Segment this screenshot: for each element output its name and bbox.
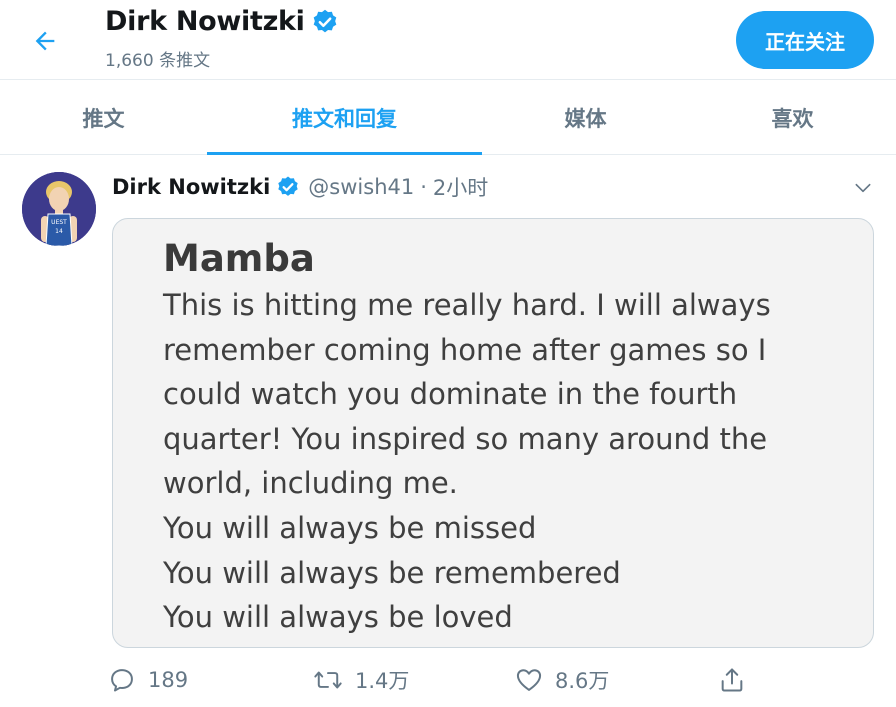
- heart-icon: [516, 669, 542, 691]
- like-button[interactable]: 8.6万: [515, 660, 609, 700]
- tweet-timestamp[interactable]: 2小时: [433, 172, 488, 202]
- arrow-left-icon: [35, 31, 55, 51]
- note-line: remember coming home after games so I: [163, 332, 767, 367]
- profile-name-row: Dirk Nowitzki: [105, 6, 339, 37]
- tweet-count: 1,660 条推文: [105, 51, 211, 71]
- note-line: You will always be missed: [163, 510, 537, 545]
- svg-text:UEST: UEST: [51, 219, 67, 226]
- tab-likes[interactable]: 喜欢: [689, 80, 896, 155]
- reply-icon: [111, 669, 133, 692]
- active-tab-indicator: [207, 152, 482, 155]
- profile-name: Dirk Nowitzki: [105, 6, 305, 37]
- note-line: world, including me.: [163, 466, 458, 501]
- like-count: 8.6万: [555, 669, 610, 693]
- avatar-illustration: UEST 14: [22, 172, 96, 246]
- tweet-header: Dirk Nowitzki @swish41 · 2小时: [112, 172, 488, 202]
- tweet-more-button[interactable]: [850, 176, 876, 200]
- share-button[interactable]: [718, 660, 746, 700]
- avatar[interactable]: UEST 14: [22, 172, 96, 246]
- chevron-down-icon: [855, 183, 871, 193]
- tab-tweets[interactable]: 推文: [0, 80, 207, 155]
- verified-badge-icon: [278, 176, 298, 196]
- svg-text:14: 14: [55, 228, 63, 235]
- retweet-icon: [314, 671, 342, 689]
- tab-tweets-and-replies[interactable]: 推文和回复: [207, 80, 482, 155]
- note-title: Mamba: [163, 237, 315, 280]
- profile-tabs: 推文 推文和回复 媒体 喜欢: [0, 80, 896, 155]
- separator-dot: ·: [420, 175, 427, 199]
- tweet-image[interactable]: Mamba This is hitting me really hard. I …: [112, 218, 874, 648]
- note-line: This is hitting me really hard. I will a…: [163, 288, 771, 322]
- following-button[interactable]: 正在关注: [736, 11, 874, 69]
- back-button[interactable]: [26, 22, 64, 60]
- share-icon: [721, 668, 743, 692]
- tweet-actions: 189 1.4万 8.6万: [0, 660, 896, 700]
- reply-button[interactable]: 189: [108, 660, 188, 700]
- tab-media[interactable]: 媒体: [482, 80, 689, 155]
- note-body: This is hitting me really hard. I will a…: [163, 283, 803, 640]
- note-line: You will always be remembered: [163, 555, 621, 590]
- tweet-author-handle[interactable]: @swish41: [308, 175, 414, 199]
- profile-header: Dirk Nowitzki 1,660 条推文 正在关注: [0, 0, 896, 80]
- note-line: could watch you dominate in the fourth: [163, 377, 738, 412]
- verified-badge-icon: [313, 9, 336, 32]
- note-line: quarter! You inspired so many around the: [163, 421, 768, 456]
- tweet-author-name[interactable]: Dirk Nowitzki: [112, 175, 270, 199]
- note-line: You will always be loved: [163, 600, 513, 635]
- retweet-button[interactable]: 1.4万: [313, 660, 409, 700]
- reply-count: 189: [148, 668, 189, 692]
- retweet-count: 1.4万: [355, 669, 410, 693]
